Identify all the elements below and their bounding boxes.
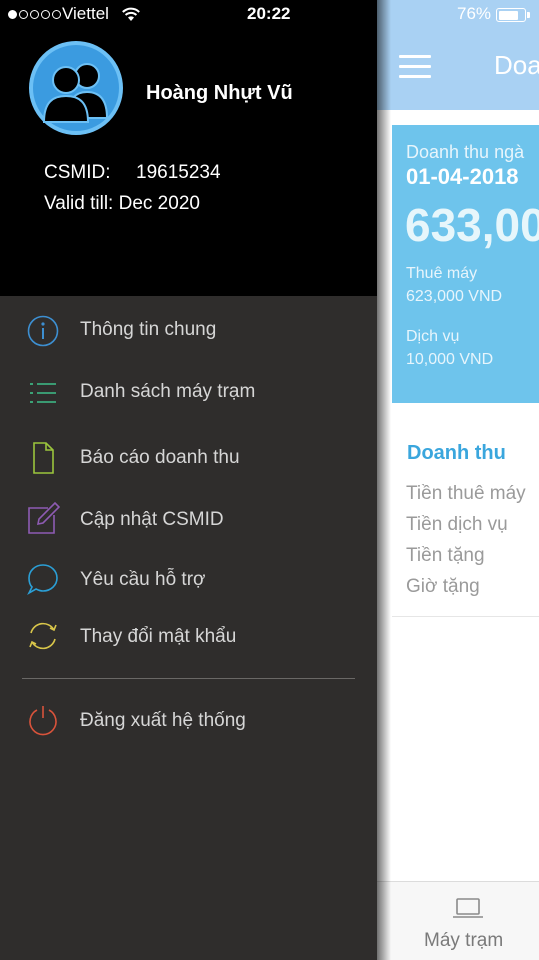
revenue-card-label: Doanh thu ngà: [406, 142, 525, 162]
menu-item-support-request[interactable]: Yêu cầu hỗ trợ: [0, 551, 377, 609]
drawer-shadow: [377, 0, 391, 960]
edit-icon: [28, 502, 60, 534]
service-label: Dịch vụ: [406, 328, 460, 345]
menu-label: Thông tin chung: [80, 319, 217, 340]
avatar-users-icon[interactable]: [28, 40, 124, 136]
menu-item-workstation-list[interactable]: Danh sách máy trạm: [0, 364, 377, 422]
refresh-icon: [29, 622, 57, 650]
menu-label: Cập nhật CSMID: [80, 509, 224, 530]
power-icon: [29, 706, 57, 736]
clock: 20:22: [247, 4, 291, 23]
csmid-label: CSMID:: [44, 162, 111, 183]
rent-label: Thuê máy: [406, 265, 478, 282]
menu-label: Đăng xuất hệ thống: [80, 710, 246, 731]
tab-workstations[interactable]: Máy trạm: [424, 930, 503, 952]
menu-item-logout[interactable]: Đăng xuất hệ thống: [0, 692, 377, 750]
menu-label: Báo cáo doanh thu: [80, 447, 240, 468]
menu-item-general-info[interactable]: Thông tin chung: [0, 302, 377, 360]
battery-percent: 76%: [457, 4, 492, 23]
rent-value: 623,000 VND: [406, 288, 503, 305]
revenue-date: 01-04-2018: [406, 164, 519, 189]
menu-label: Yêu cầu hỗ trợ: [80, 569, 206, 590]
valid-till: Valid till: Dec 2020: [44, 193, 200, 214]
revenue-total: 633,00: [405, 199, 539, 251]
revenue-section-title: Doanh thu: [407, 442, 506, 464]
service-value: 10,000 VND: [406, 351, 494, 368]
wifi-icon: [122, 7, 140, 21]
battery-icon: [496, 8, 526, 22]
menu-divider: [22, 678, 355, 679]
battery-tip: [527, 12, 530, 18]
menu-label: Thay đổi mật khẩu: [80, 626, 237, 647]
menu-item-change-password[interactable]: Thay đổi mật khẩu: [0, 608, 377, 666]
carrier-name: Viettel: [62, 4, 109, 23]
laptop-icon[interactable]: [452, 897, 484, 921]
chat-icon: [27, 564, 58, 596]
hamburger-menu-icon[interactable]: [399, 55, 431, 79]
divider: [392, 616, 539, 617]
info-icon: [27, 315, 59, 347]
signal-strength-icon: [8, 10, 61, 19]
menu-item-revenue-report[interactable]: Báo cáo doanh thu: [0, 430, 377, 488]
revenue-item-service: Tiền dịch vụ: [406, 514, 508, 535]
navigation-drawer: Hoàng Nhựt Vũ CSMID: 19615234 Valid till…: [0, 0, 377, 960]
list-icon: [30, 383, 56, 403]
user-name: Hoàng Nhựt Vũ: [146, 82, 293, 104]
csmid-value: 19615234: [136, 162, 221, 183]
menu-label: Danh sách máy trạm: [80, 381, 256, 402]
page-title: Doa: [494, 50, 539, 80]
revenue-item-rent: Tiền thuê máy: [406, 483, 526, 504]
revenue-item-gift-hours: Giờ tặng: [406, 576, 480, 597]
menu-item-update-csmid[interactable]: Cập nhật CSMID: [0, 491, 377, 549]
document-icon: [33, 442, 54, 474]
revenue-item-gift: Tiền tặng: [406, 545, 485, 566]
